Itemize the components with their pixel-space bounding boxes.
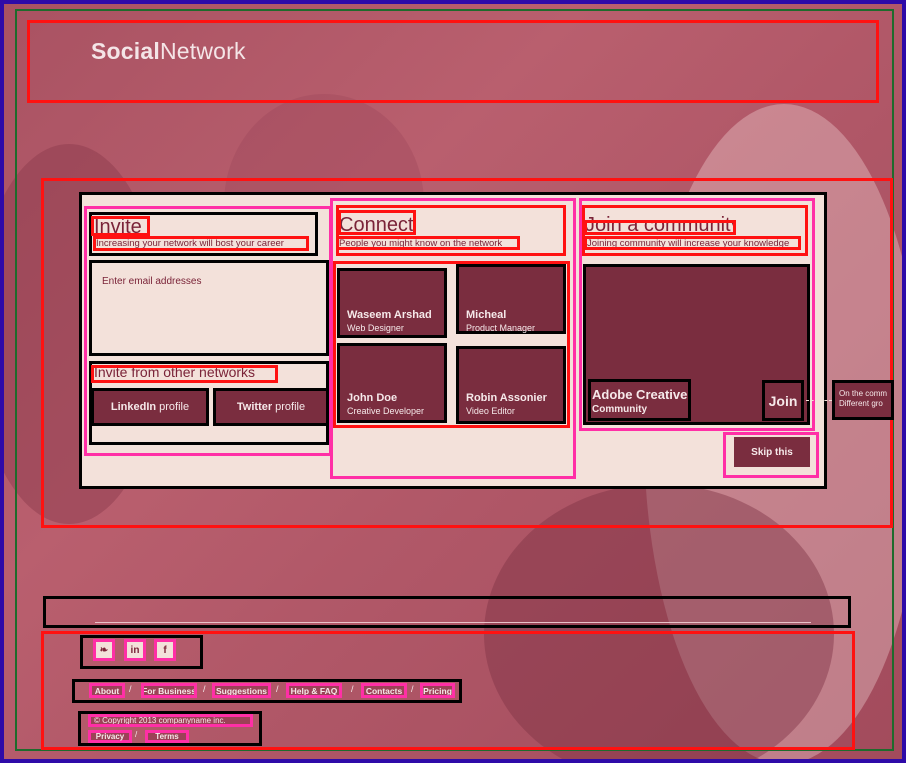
connect-subtitle-highlight (336, 236, 520, 250)
linkedin-profile-button[interactable]: LinkedIn profile (91, 388, 209, 426)
person-role: Creative Developer (347, 406, 425, 416)
footer-link-contacts[interactable]: Contacts (361, 683, 407, 698)
person-role: Video Editor (466, 406, 515, 416)
community-name-line1: Adobe Creatives (592, 387, 691, 402)
community-name: Adobe Creatives Community (588, 379, 691, 421)
connect-title-highlight (338, 210, 416, 235)
person-card[interactable]: John Doe Creative Developer (337, 343, 447, 423)
twitter-label-rest: profile (275, 401, 306, 413)
person-role: Web Designer (347, 323, 404, 333)
person-name: Robin Assonier (466, 392, 547, 404)
tooltip-line2: Different gro (839, 399, 883, 408)
footer-link-privacy[interactable]: Privacy (88, 730, 132, 743)
logo-rest: Network (159, 38, 246, 64)
join-button[interactable]: Join (762, 380, 804, 421)
other-networks-title-highlight (91, 365, 278, 383)
footer-separator: / (351, 684, 354, 694)
community-title-highlight (584, 220, 736, 235)
skip-button[interactable]: Skip this (734, 437, 810, 467)
footer-separator: / (135, 730, 138, 739)
person-card[interactable]: Waseem Arshad Web Designer (337, 268, 447, 338)
community-tooltip: On the comm Different gro (832, 380, 894, 420)
linkedin-icon[interactable]: in (124, 639, 146, 661)
footer-separator: / (129, 684, 132, 694)
tooltip-connector (806, 400, 832, 401)
footer-divider (95, 622, 811, 623)
person-card[interactable]: Robin Assonier Video Editor (456, 346, 566, 424)
person-card[interactable]: Micheal Product Manager (456, 264, 566, 334)
site-logo[interactable]: SocialNetwork (91, 38, 246, 65)
footer-separator: / (203, 684, 206, 694)
community-subtitle-highlight (584, 236, 801, 250)
linkedin-label: LinkedIn (110, 401, 157, 413)
invite-subtitle-highlight (93, 236, 309, 251)
linkedin-label-rest: profile (159, 401, 190, 413)
footer-link-pricing[interactable]: Pricing (420, 683, 455, 698)
footer-separator: / (411, 684, 414, 694)
copyright-text: © Copyright 2013 companyname inc. (88, 714, 253, 727)
logo-bold: Social (91, 38, 160, 64)
footer-link-business[interactable]: For Business (141, 683, 197, 698)
person-name: Waseem Arshad (347, 309, 432, 321)
footer-link-suggestions[interactable]: Suggestions (212, 683, 271, 698)
twitter-icon[interactable]: ❧ (93, 639, 115, 661)
email-addresses-input[interactable]: Enter email addresses (89, 260, 329, 356)
footer-link-help[interactable]: Help & FAQ (286, 683, 342, 698)
footer-link-terms[interactable]: Terms (145, 730, 189, 743)
tooltip-line1: On the comm (839, 389, 888, 398)
invite-title-highlight (91, 216, 150, 236)
twitter-profile-button[interactable]: Twitter profile (213, 388, 329, 426)
facebook-icon[interactable]: f (154, 639, 176, 661)
twitter-label: Twitter (236, 401, 273, 413)
person-role: Product Manager (466, 323, 536, 333)
footer-link-about[interactable]: About (89, 683, 125, 698)
footer-divider-section (43, 596, 851, 628)
person-name: Micheal (466, 309, 507, 321)
footer-separator: / (276, 684, 279, 694)
community-name-line2: Community (592, 404, 647, 415)
person-name: John Doe (347, 392, 398, 404)
